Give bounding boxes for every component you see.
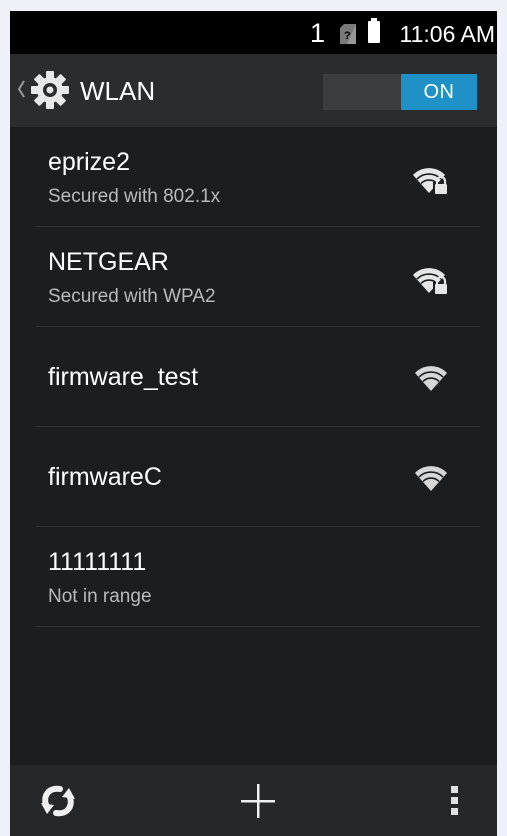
add-icon[interactable] bbox=[239, 782, 277, 820]
bottom-action-bar bbox=[10, 765, 497, 836]
refresh-icon[interactable] bbox=[38, 783, 78, 819]
wifi-secured-icon bbox=[413, 168, 449, 195]
network-item[interactable]: 11111111 Not in range bbox=[10, 527, 497, 627]
page-title: WLAN bbox=[80, 76, 156, 106]
gear-icon[interactable] bbox=[29, 69, 71, 111]
network-ssid: 11111111 bbox=[48, 548, 147, 576]
wifi-secured-icon bbox=[413, 268, 449, 295]
toggle-on-label: ON bbox=[401, 74, 477, 110]
network-item[interactable]: NETGEAR Secured with WPA2 bbox=[10, 227, 497, 327]
divider bbox=[36, 626, 480, 627]
network-ssid: firmware_test bbox=[48, 363, 199, 391]
status-bar: 1 ? 11:06 AM bbox=[10, 11, 497, 54]
network-status: Secured with 802.1x bbox=[48, 186, 221, 207]
action-bar: WLAN ON bbox=[10, 54, 497, 127]
network-status: Not in range bbox=[48, 586, 152, 607]
overflow-menu-icon[interactable] bbox=[450, 785, 460, 817]
chevron-left-icon[interactable] bbox=[16, 79, 26, 99]
notification-count: 1 bbox=[309, 18, 325, 48]
network-item[interactable]: firmwareC bbox=[10, 427, 497, 527]
wlan-toggle[interactable]: ON bbox=[323, 74, 477, 110]
battery-full-icon bbox=[368, 18, 380, 43]
clock: 11:06 AM bbox=[399, 21, 495, 47]
network-ssid: NETGEAR bbox=[48, 248, 169, 276]
device-screen: 1 ? 11:06 AM WLAN ON eprize2 Secured wit… bbox=[10, 11, 497, 836]
wifi-open-icon bbox=[415, 466, 447, 491]
network-ssid: eprize2 bbox=[48, 148, 130, 176]
network-ssid: firmwareC bbox=[48, 463, 162, 491]
sim-unknown-icon: ? bbox=[340, 24, 356, 44]
network-status: Secured with WPA2 bbox=[48, 286, 216, 307]
network-item[interactable]: eprize2 Secured with 802.1x bbox=[10, 127, 497, 227]
wifi-open-icon bbox=[415, 366, 447, 391]
network-item[interactable]: firmware_test bbox=[10, 327, 497, 427]
